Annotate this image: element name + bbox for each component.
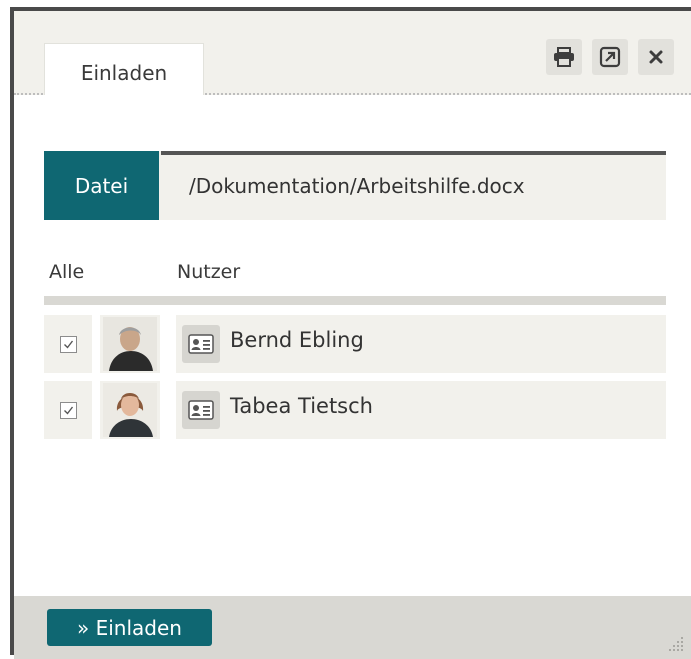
print-icon bbox=[553, 47, 575, 67]
tab-label: Einladen bbox=[80, 60, 168, 85]
invite-dialog: Einladen Datei /Dokumentation/Arbeitshil… bbox=[10, 7, 691, 659]
tab-einladen[interactable]: Einladen bbox=[44, 43, 204, 95]
dialog-footer: » Einladen bbox=[14, 596, 691, 659]
table-row: Tabea Tietsch bbox=[44, 381, 666, 439]
file-label: Datei bbox=[44, 151, 159, 220]
contact-card-icon[interactable] bbox=[182, 325, 220, 363]
avatar-photo bbox=[103, 317, 157, 371]
contact-card-icon[interactable] bbox=[182, 391, 220, 429]
file-row: Datei /Dokumentation/Arbeitshilfe.docx bbox=[44, 151, 666, 220]
user-name: Bernd Ebling bbox=[230, 328, 364, 352]
close-icon bbox=[648, 49, 664, 65]
invite-button[interactable]: » Einladen bbox=[47, 609, 212, 646]
popout-button[interactable] bbox=[592, 39, 628, 75]
avatar bbox=[100, 315, 160, 373]
table-row: Bernd Ebling bbox=[44, 315, 666, 373]
column-user: Nutzer bbox=[177, 261, 241, 283]
user-name: Tabea Tietsch bbox=[230, 394, 373, 418]
user-cell: Bernd Ebling bbox=[176, 315, 666, 373]
row-checkbox-cell bbox=[44, 381, 92, 439]
avatar bbox=[100, 381, 160, 439]
row-checkbox-cell bbox=[44, 315, 92, 373]
user-checkbox[interactable] bbox=[59, 335, 77, 353]
user-cell: Tabea Tietsch bbox=[176, 381, 666, 439]
table-header-bar bbox=[44, 296, 666, 305]
print-button[interactable] bbox=[546, 39, 582, 75]
user-checkbox[interactable] bbox=[59, 401, 77, 419]
resize-grip-icon[interactable] bbox=[663, 633, 685, 655]
avatar-photo bbox=[103, 383, 157, 437]
dialog-header: Einladen bbox=[14, 11, 691, 95]
file-path: /Dokumentation/Arbeitshilfe.docx bbox=[189, 173, 525, 198]
close-button[interactable] bbox=[638, 39, 674, 75]
column-all[interactable]: Alle bbox=[49, 261, 84, 283]
external-link-icon bbox=[599, 46, 621, 68]
